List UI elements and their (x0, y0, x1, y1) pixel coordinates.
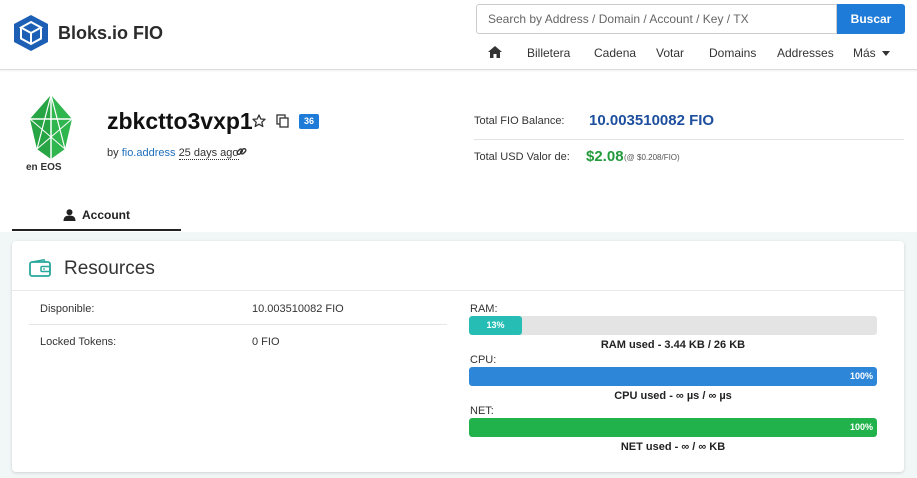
net-bar-fill: 100% (469, 418, 877, 437)
net-label: NET: (470, 405, 494, 417)
resources-title: Resources (64, 258, 155, 279)
ram-label: RAM: (470, 303, 498, 315)
account-logo: en EOS (26, 94, 73, 171)
total-balance-value: 10.003510082 FIO (589, 112, 715, 129)
wallet-icon (29, 259, 51, 277)
nav-votar[interactable]: Votar (656, 46, 684, 60)
usd-value-label: Total USD Valor de: (474, 151, 570, 163)
ram-caption: RAM used - 3.44 KB / 26 KB (600, 339, 746, 351)
net-caption: NET used - ∞ / ∞ KB (620, 441, 726, 453)
cpu-bar-fill: 100% (469, 367, 877, 386)
tab-account[interactable]: Account (12, 200, 181, 231)
ram-bar: 13% (469, 316, 877, 335)
nav-domains[interactable]: Domains (709, 46, 756, 60)
available-label: Disponible: (40, 303, 95, 315)
home-icon[interactable] (488, 46, 502, 58)
available-value: 10.003510082 FIO (252, 303, 344, 315)
account-logo-text: en EOS (26, 162, 62, 171)
net-bar: 100% (469, 418, 877, 437)
creator-line: by fio.address 25 days ago (107, 147, 239, 160)
brand[interactable]: Bloks.io FIO (12, 14, 163, 52)
search-button[interactable]: Buscar (837, 4, 905, 34)
brand-name: Bloks.io FIO (58, 22, 164, 43)
nav-billetera[interactable]: Billetera (527, 46, 570, 60)
nav-mas-dropdown[interactable]: Más (853, 46, 890, 60)
copy-icon[interactable] (276, 114, 289, 128)
creator-link[interactable]: fio.address (122, 147, 176, 159)
balance-divider (474, 139, 904, 140)
cpu-label: CPU: (470, 354, 497, 366)
by-label: by (107, 147, 119, 159)
cpu-caption: CPU used - ∞ µs / ∞ µs (614, 390, 732, 402)
user-icon (63, 208, 76, 221)
nav-cadena[interactable]: Cadena (594, 46, 636, 60)
nav-addresses[interactable]: Addresses (777, 46, 834, 60)
row-divider (29, 324, 447, 325)
cube-icon (14, 15, 48, 51)
locked-tokens-value: 0 FIO (252, 336, 280, 348)
top-navbar: Bloks.io FIO Buscar Billetera Cadena Vot… (0, 0, 917, 70)
usd-value: $2.08 (586, 148, 624, 165)
nav-mas-label: Más (853, 46, 876, 60)
tab-account-label: Account (82, 207, 130, 222)
total-balance-label: Total FIO Balance: (474, 115, 565, 127)
search-input[interactable] (476, 4, 837, 34)
caret-down-icon (881, 51, 890, 57)
link-icon[interactable] (236, 146, 247, 157)
account-name: zbkctto3vxp1 (107, 108, 253, 134)
ram-bar-fill: 13% (469, 316, 523, 335)
cpu-bar: 100% (469, 367, 877, 386)
usd-rate: (@ $0.208/FIO) (624, 153, 680, 162)
locked-tokens-label: Locked Tokens: (40, 336, 117, 348)
account-badge: 36 (299, 114, 319, 129)
star-icon[interactable] (252, 114, 266, 128)
account-age[interactable]: 25 days ago (178, 147, 239, 160)
panel-divider (12, 290, 904, 291)
